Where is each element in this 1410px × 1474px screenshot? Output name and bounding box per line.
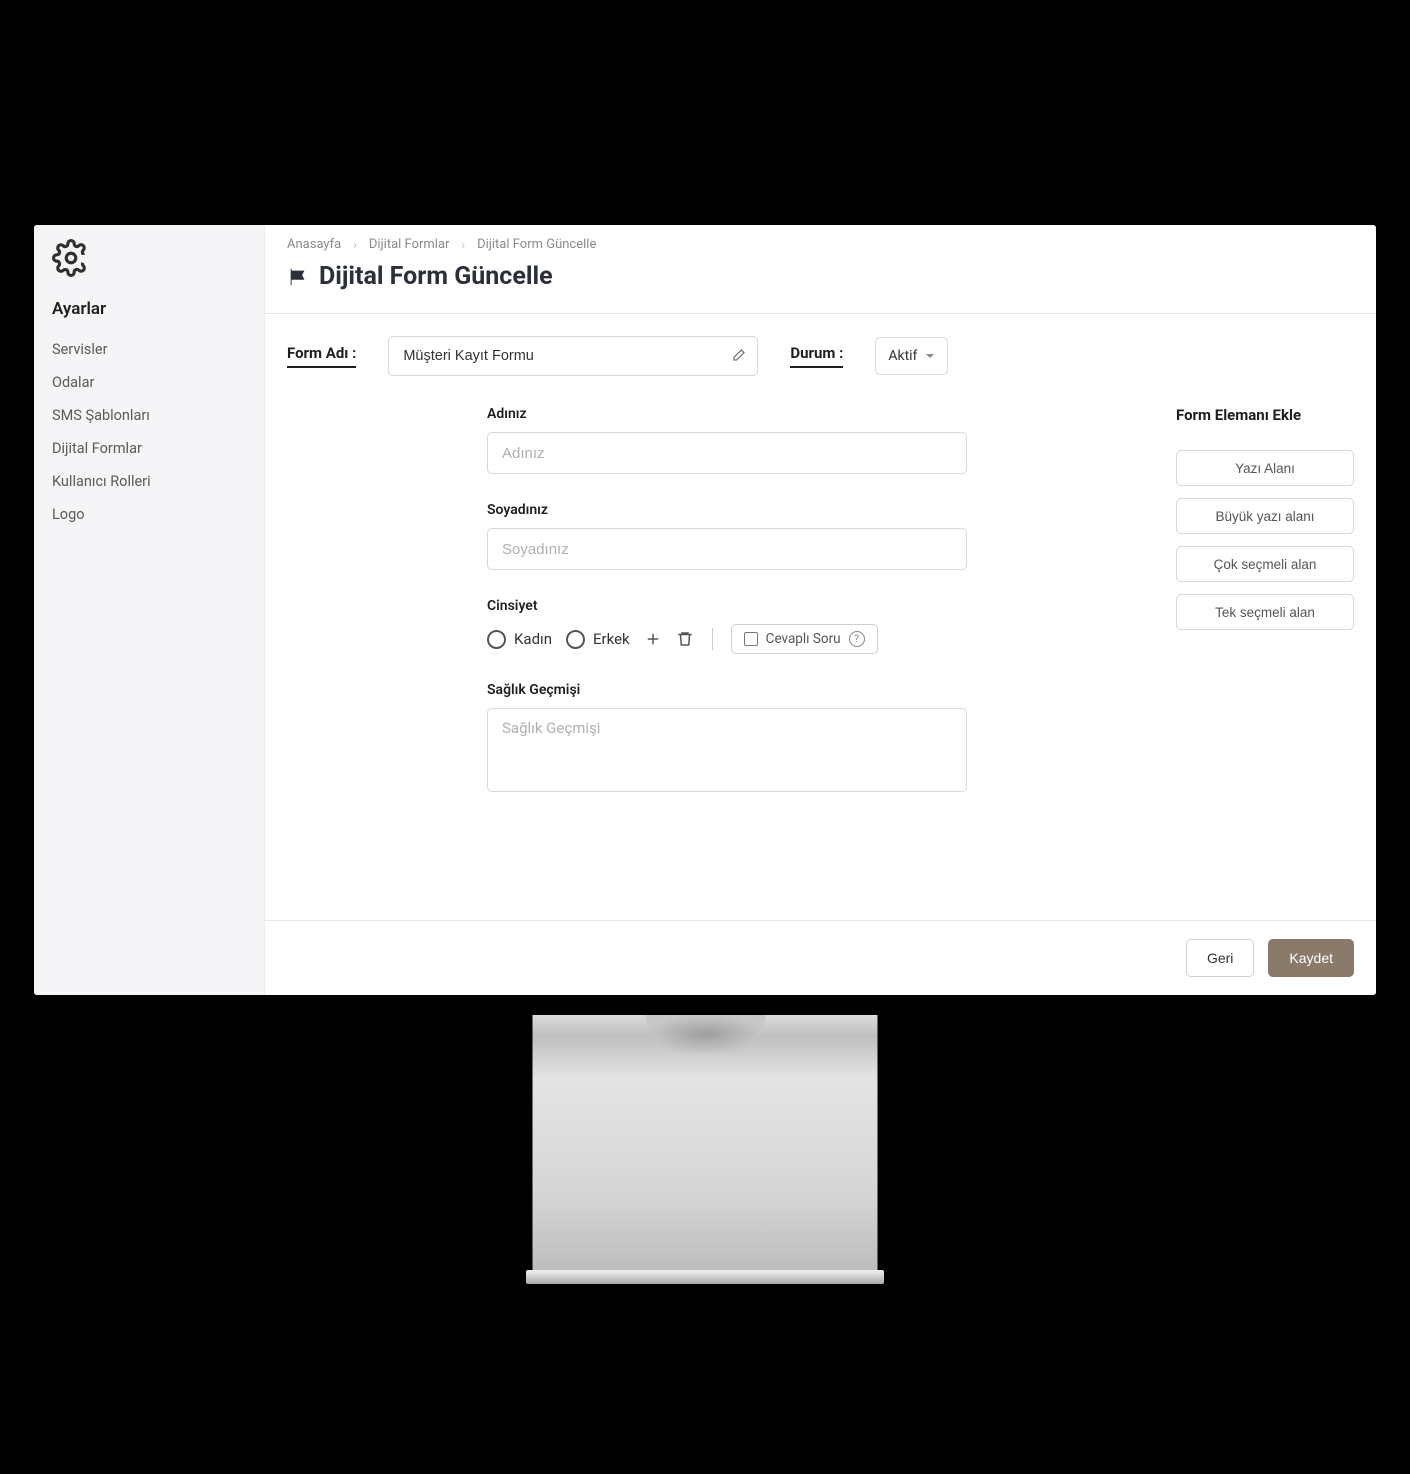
gear-icon (52, 239, 90, 277)
monitor-frame: Ayarlar Servisler Odalar SMS Şablonları … (20, 205, 1390, 1015)
form-canvas: Adınız Soyadınız Cinsiyet Kadın (287, 406, 1148, 920)
chevron-down-icon (925, 351, 935, 361)
form-name-input[interactable] (388, 336, 758, 376)
checkbox-icon (744, 632, 758, 646)
sidebar: Ayarlar Servisler Odalar SMS Şablonları … (34, 225, 264, 995)
field-health: Sağlık Geçmişi (487, 682, 1118, 796)
first-name-input[interactable] (487, 432, 967, 474)
flag-icon (287, 266, 309, 288)
plus-icon[interactable] (644, 630, 662, 648)
breadcrumb-item[interactable]: Dijital Formlar (369, 237, 450, 252)
page-title-text: Dijital Form Güncelle (319, 262, 553, 291)
settings-icon-wrap (52, 239, 250, 281)
form-name-label: Form Adı : (287, 344, 356, 368)
monitor-stand-base (526, 1270, 884, 1284)
field-gender: Cinsiyet Kadın Erkek (487, 598, 1118, 654)
monitor-stand (533, 1015, 878, 1273)
page-title: Dijital Form Güncelle (287, 262, 1354, 291)
topbar: Anasayfa › Dijital Formlar › Dijital For… (265, 225, 1376, 314)
field-label: Sağlık Geçmişi (487, 682, 1118, 698)
add-text-field-button[interactable]: Yazı Alanı (1176, 450, 1354, 486)
sidebar-item-logo[interactable]: Logo (52, 498, 250, 531)
app-screen: Ayarlar Servisler Odalar SMS Şablonları … (34, 225, 1376, 995)
sidebar-title: Ayarlar (52, 299, 250, 319)
breadcrumb: Anasayfa › Dijital Formlar › Dijital For… (287, 237, 1354, 252)
field-label: Adınız (487, 406, 1118, 422)
save-button[interactable]: Kaydet (1268, 939, 1354, 977)
status-select[interactable]: Aktif (875, 337, 948, 375)
add-textarea-button[interactable]: Büyük yazı alanı (1176, 498, 1354, 534)
element-panel: Form Elemanı Ekle Yazı Alanı Büyük yazı … (1176, 406, 1354, 920)
radio-icon (566, 630, 585, 649)
status-label: Durum : (790, 344, 843, 368)
back-button[interactable]: Geri (1186, 939, 1254, 977)
breadcrumb-item[interactable]: Anasayfa (287, 237, 341, 252)
form-name-input-wrap (388, 336, 758, 376)
element-panel-title: Form Elemanı Ekle (1176, 406, 1354, 424)
gender-radio-row: Kadın Erkek Cevaplı Soru (487, 624, 1118, 654)
footer: Geri Kaydet (265, 920, 1376, 995)
field-first-name: Adınız (487, 406, 1118, 474)
field-label: Soyadınız (487, 502, 1118, 518)
add-single-select-button[interactable]: Tek seçmeli alan (1176, 594, 1354, 630)
radio-label: Kadın (514, 630, 552, 648)
sidebar-item-sms-templates[interactable]: SMS Şablonları (52, 399, 250, 432)
last-name-input[interactable] (487, 528, 967, 570)
sidebar-item-services[interactable]: Servisler (52, 333, 250, 366)
sidebar-item-rooms[interactable]: Odalar (52, 366, 250, 399)
health-textarea[interactable] (487, 708, 967, 792)
form-meta-row: Form Adı : Durum : Aktif (265, 314, 1376, 376)
radio-option-female[interactable]: Kadın (487, 630, 552, 649)
chevron-right-icon: › (353, 238, 357, 252)
status-value: Aktif (888, 348, 917, 364)
pencil-icon[interactable] (730, 348, 746, 364)
answered-label: Cevaplı Soru (766, 631, 841, 647)
help-icon: ? (849, 631, 865, 647)
breadcrumb-item: Dijital Form Güncelle (477, 237, 596, 252)
sidebar-item-digital-forms[interactable]: Dijital Formlar (52, 432, 250, 465)
answered-question-toggle[interactable]: Cevaplı Soru ? (731, 624, 878, 654)
separator (712, 628, 713, 650)
field-last-name: Soyadınız (487, 502, 1118, 570)
sidebar-item-user-roles[interactable]: Kullanıcı Rolleri (52, 465, 250, 498)
chevron-right-icon: › (461, 238, 465, 252)
add-multi-select-button[interactable]: Çok seçmeli alan (1176, 546, 1354, 582)
field-label: Cinsiyet (487, 598, 1118, 614)
radio-icon (487, 630, 506, 649)
radio-label: Erkek (593, 630, 630, 648)
content-row: Adınız Soyadınız Cinsiyet Kadın (265, 376, 1376, 920)
radio-option-male[interactable]: Erkek (566, 630, 630, 649)
trash-icon[interactable] (676, 630, 694, 648)
main-panel: Anasayfa › Dijital Formlar › Dijital For… (264, 225, 1376, 995)
